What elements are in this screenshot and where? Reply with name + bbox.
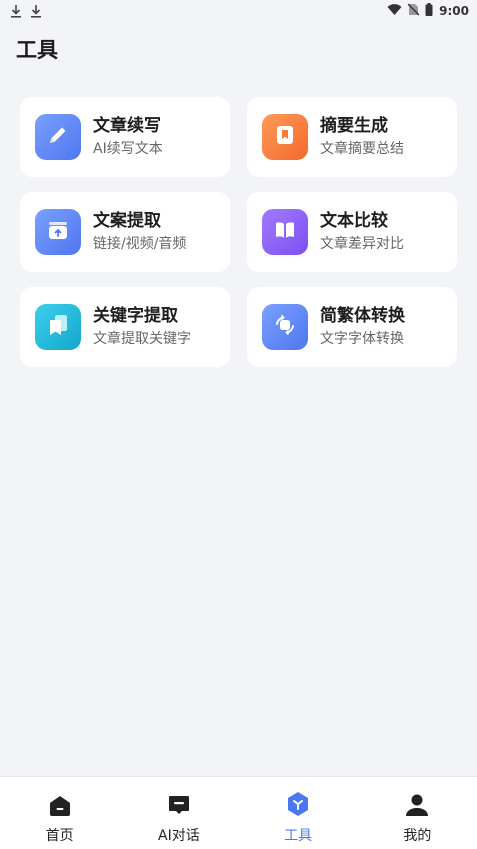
tool-icon-tile [35,304,81,350]
tool-card-text-compare[interactable]: 文本比较 文章差异对比 [247,192,457,272]
system-indicators: 9:00 [387,3,469,19]
tab-home[interactable]: 首页 [0,777,119,849]
tool-icon-tile [262,114,308,160]
notification-icons [10,4,42,18]
tab-profile[interactable]: 我的 [358,777,477,849]
battery-icon [425,3,433,19]
tool-subtitle: 文字字体转换 [320,331,404,347]
convert-icon [272,312,298,342]
no-sim-icon [407,3,420,19]
profile-icon [405,791,429,817]
upload-box-icon [45,217,71,247]
bottom-tab-bar: 首页 AI对话 工具 我的 [0,776,477,849]
tab-label: 工具 [284,828,313,844]
tool-icon-tile [35,114,81,160]
download-icon [10,4,22,18]
tools-icon [286,791,310,817]
tool-subtitle: 链接/视频/音频 [93,236,187,252]
tool-card-summary[interactable]: 摘要生成 文章摘要总结 [247,97,457,177]
tool-title: 文本比较 [320,211,388,231]
tags-icon [45,312,71,342]
tool-card-keyword-extract[interactable]: 关键字提取 文章提取关键字 [20,287,230,367]
tool-icon-tile [262,304,308,350]
tool-card-copy-extract[interactable]: 文案提取 链接/视频/音频 [20,192,230,272]
tool-title: 摘要生成 [320,116,388,136]
tool-title: 文章续写 [93,116,161,136]
bookmark-icon [272,122,298,152]
wifi-icon [387,3,402,19]
tool-title: 简繁体转换 [320,306,405,326]
tab-label: 首页 [45,828,74,844]
tool-grid: 文章续写 AI续写文本 摘要生成 文章摘要总结 文案提取 链接/视频/音频 文本… [20,97,457,367]
tool-card-article-continue[interactable]: 文章续写 AI续写文本 [20,97,230,177]
book-icon [272,217,298,247]
tool-icon-tile [262,209,308,255]
clock: 9:00 [439,4,469,18]
tool-title: 关键字提取 [93,306,178,326]
tool-icon-tile [35,209,81,255]
tab-tools[interactable]: 工具 [239,777,358,849]
tab-label: AI对话 [158,828,200,844]
tab-ai-chat[interactable]: AI对话 [119,777,238,849]
tool-subtitle: 文章摘要总结 [320,141,404,157]
page-title: 工具 [16,38,58,62]
tool-subtitle: 文章提取关键字 [93,331,191,347]
pencil-icon [45,122,71,152]
tool-subtitle: AI续写文本 [93,141,163,157]
tool-subtitle: 文章差异对比 [320,236,404,252]
tab-label: 我的 [403,828,432,844]
status-bar: 9:00 [0,0,477,22]
tool-card-convert[interactable]: 简繁体转换 文字字体转换 [247,287,457,367]
tool-title: 文案提取 [93,211,161,231]
download-icon [30,4,42,18]
home-icon [48,791,72,817]
chat-icon [167,791,191,817]
